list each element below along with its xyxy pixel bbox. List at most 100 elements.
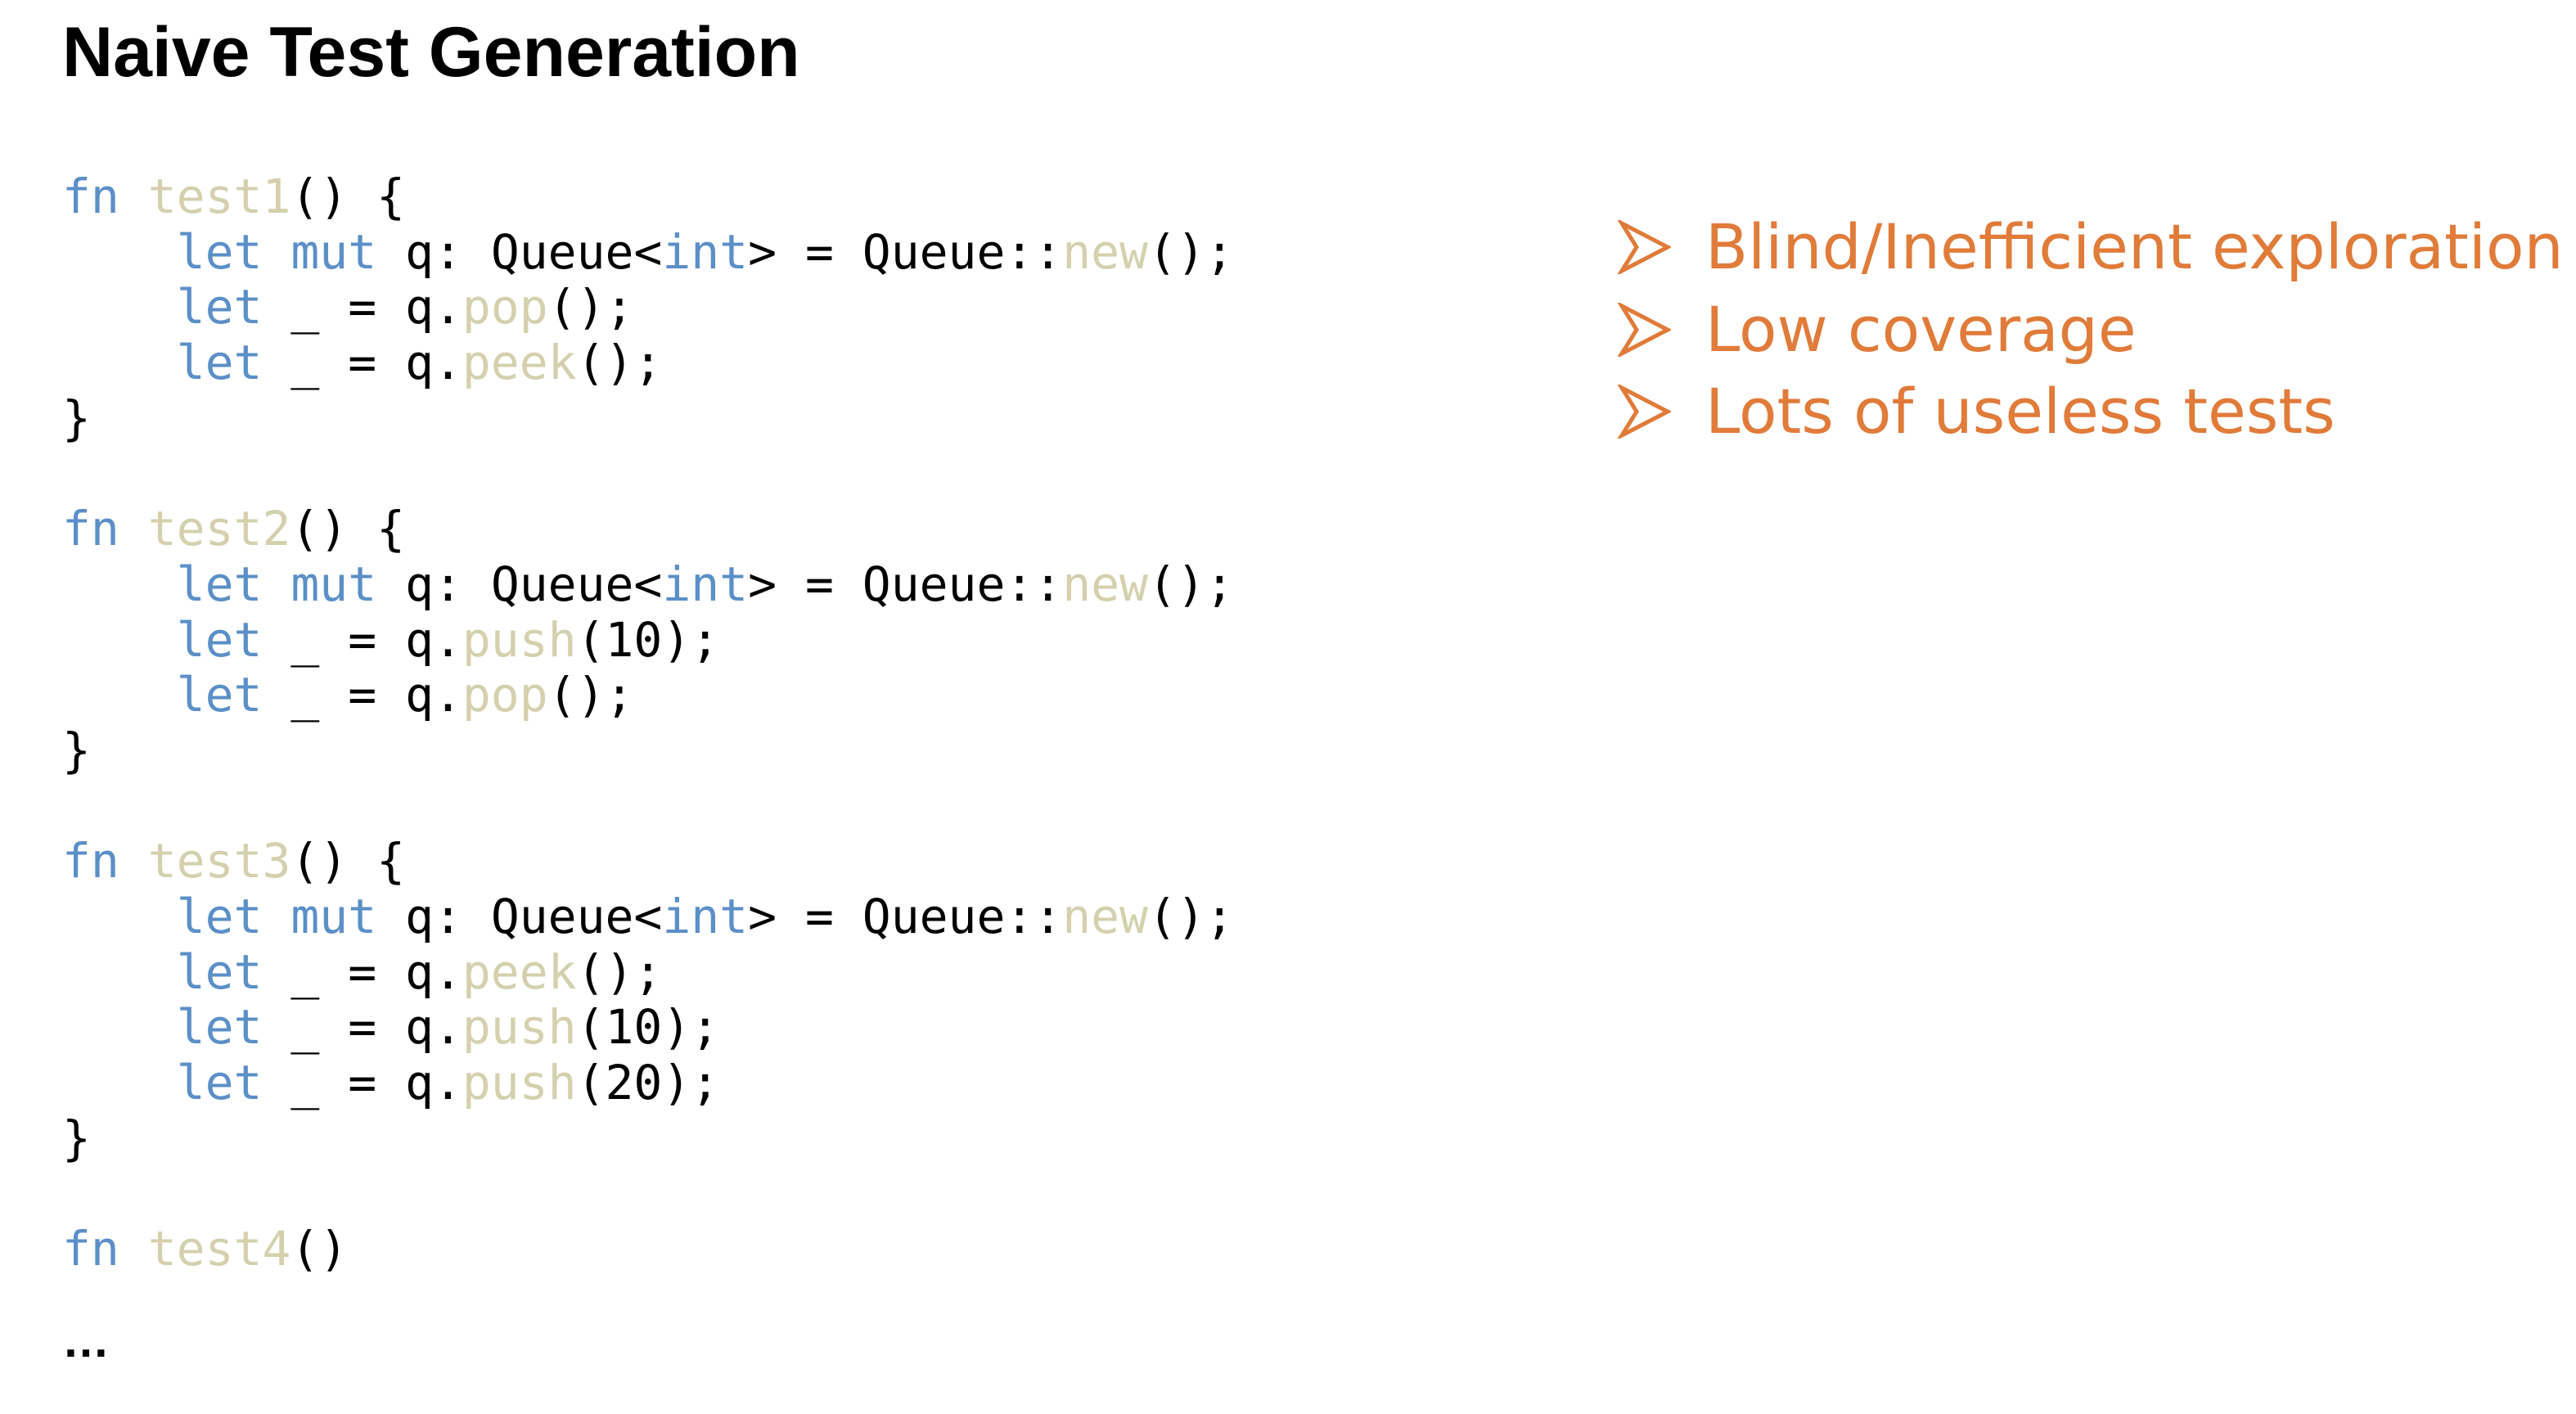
code-ellipsis: … — [62, 1314, 110, 1367]
bullet-text: Lots of useless tests — [1705, 375, 2335, 448]
code-text: (); — [547, 279, 634, 335]
code-line: let mut q: Queue<int> = Queue::new(); — [62, 889, 1234, 945]
code-line: } — [62, 723, 1234, 779]
code-text: (); — [576, 943, 663, 1000]
code-function-name: test2 — [147, 501, 291, 557]
code-line: let _ = q.peek(); — [62, 335, 1234, 391]
arrowhead-bullet-icon — [1617, 220, 1671, 275]
code-text: q: Queue< — [376, 223, 663, 280]
bullet-item: Blind/Inefficient exploration — [1617, 206, 2564, 289]
code-function-name: test4 — [147, 1221, 291, 1277]
code-line: } — [62, 1110, 1234, 1167]
code-text: (); — [1147, 888, 1234, 944]
code-text: _ = q. — [262, 943, 462, 1000]
code-keyword: let — [176, 888, 263, 944]
code-function-name: test1 — [147, 169, 291, 224]
code-text: (20); — [576, 1055, 720, 1110]
code-keyword: let — [176, 556, 263, 612]
code-text: () { — [290, 501, 406, 557]
code-line: let _ = q.peek(); — [62, 943, 1234, 1001]
code-function-name: pop — [462, 279, 548, 335]
bullet-item: Low coverage — [1617, 289, 2564, 372]
code-function-name: pop — [462, 667, 548, 723]
code-text: _ = q. — [262, 1055, 462, 1110]
code-line: let mut q: Queue<int> = Queue::new(); — [62, 223, 1234, 281]
code-text: _ = q. — [262, 999, 462, 1056]
code-text: > = Queue:: — [748, 556, 1063, 612]
code-line: let _ = q.pop(); — [62, 667, 1234, 723]
code-keyword: mut — [290, 556, 377, 612]
code-text: > = Queue:: — [748, 888, 1063, 944]
code-text: (10); — [576, 999, 720, 1056]
code-line: let _ = q.pop(); — [62, 280, 1234, 335]
code-text: (); — [1147, 556, 1234, 612]
code-function-name: push — [462, 999, 577, 1056]
code-function-name: new — [1062, 223, 1148, 280]
code-text: _ = q. — [262, 335, 462, 391]
code-text: _ = q. — [262, 611, 462, 668]
bullet-item: Lots of useless tests — [1617, 371, 2564, 453]
code-text: q: Queue< — [376, 556, 663, 612]
code-text: } — [62, 722, 91, 778]
code-line: let _ = q.push(10); — [62, 999, 1234, 1056]
code-line: let _ = q.push(10); — [62, 611, 1234, 669]
code-keyword: let — [176, 223, 263, 280]
bullet-list: Blind/Inefficient exploration Low covera… — [1617, 206, 2564, 453]
code-text: > = Queue:: — [748, 223, 1063, 280]
code-keyword: int — [662, 556, 749, 612]
code-block: fn test1() { let mut q: Queue<int> = Que… — [62, 169, 1234, 1277]
code-keyword: fn — [62, 1221, 119, 1277]
code-keyword: let — [176, 1055, 263, 1110]
code-keyword: let — [176, 667, 263, 723]
code-keyword: int — [662, 223, 749, 280]
code-text: () { — [290, 833, 406, 889]
code-keyword: let — [176, 999, 263, 1056]
code-function-name: push — [462, 1055, 577, 1110]
code-keyword: mut — [290, 223, 377, 280]
code-text: (); — [1147, 223, 1234, 280]
code-text: q: Queue< — [376, 888, 663, 944]
code-text: (10); — [576, 611, 720, 668]
code-text: (); — [576, 335, 663, 391]
code-line: } — [62, 390, 1234, 447]
code-line: fn test4() — [62, 1221, 1234, 1277]
code-function-name: new — [1062, 556, 1148, 612]
bullet-text: Low coverage — [1705, 292, 2137, 366]
code-keyword: fn — [62, 833, 119, 889]
code-text: _ = q. — [262, 667, 462, 723]
code-function-name: new — [1062, 888, 1148, 944]
code-keyword: fn — [62, 169, 119, 224]
code-keyword: let — [176, 943, 263, 1000]
code-function-name: test3 — [147, 833, 291, 889]
code-function-name: peek — [462, 335, 577, 391]
code-text: () { — [290, 169, 406, 224]
code-keyword: let — [176, 335, 263, 391]
code-text: } — [62, 1110, 91, 1166]
code-text: () — [290, 1221, 349, 1277]
code-line: fn test2() { — [62, 501, 1234, 557]
code-keyword: let — [176, 611, 263, 668]
arrowhead-bullet-icon — [1617, 302, 1671, 357]
arrowhead-bullet-icon — [1617, 385, 1671, 439]
code-text: _ = q. — [262, 279, 462, 335]
bullet-text: Blind/Inefficient exploration — [1705, 210, 2564, 284]
slide-title: Naive Test Generation — [62, 13, 800, 92]
code-text: (); — [547, 667, 634, 723]
